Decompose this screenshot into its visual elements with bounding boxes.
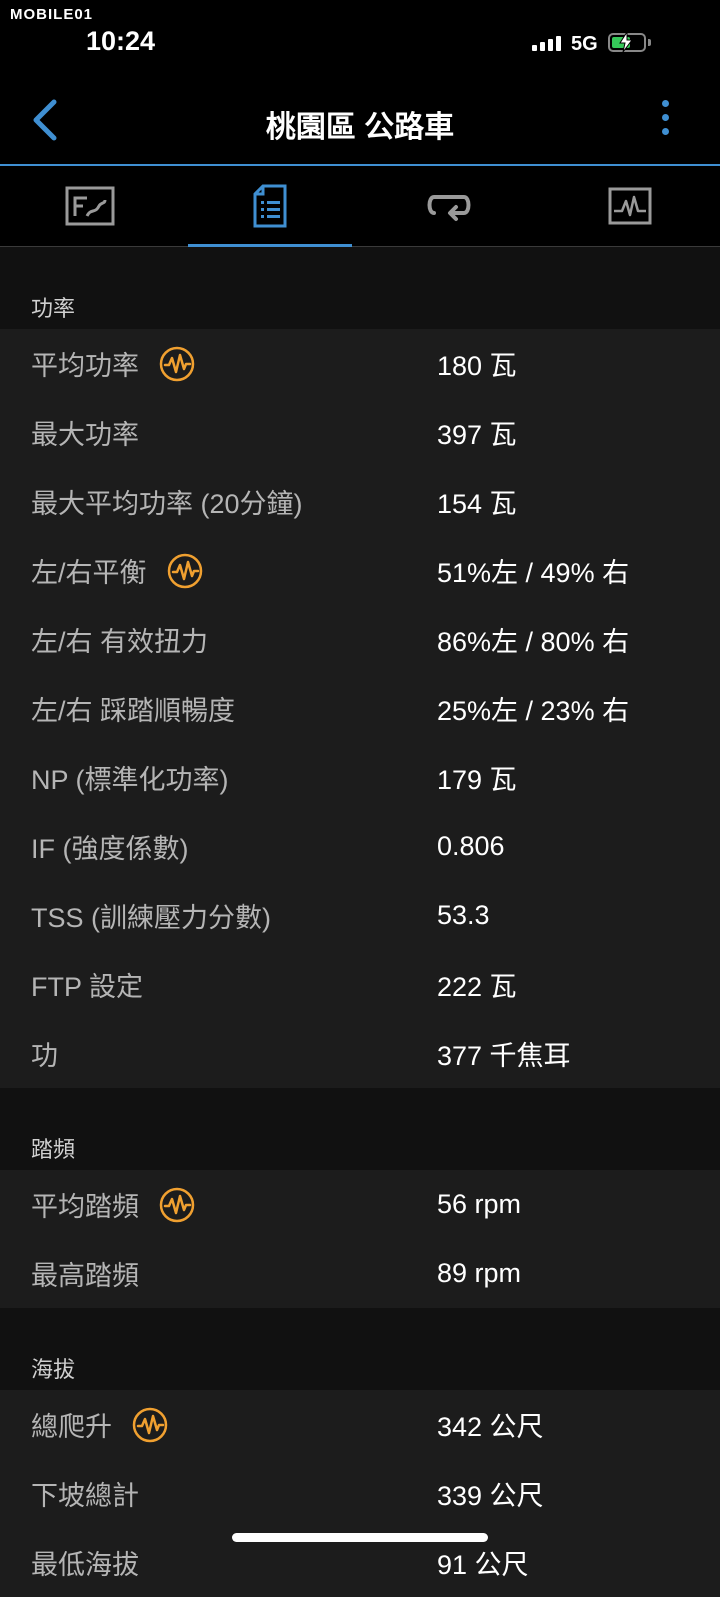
section-title: 功率 [31, 296, 76, 321]
stat-row: 平均踏頻 56 rpm [0, 1170, 720, 1239]
watermark: MOBILE01 [10, 6, 94, 23]
stat-value: 179 瓦 [437, 765, 517, 795]
stat-label: NP (標準化功率) [31, 743, 229, 812]
stat-label: 最低海拔 [31, 1528, 139, 1597]
stat-row: TSS (訓練壓力分數) 53.3 [0, 881, 720, 950]
status-time: 10:24 [86, 26, 156, 56]
signal-icon [532, 36, 561, 51]
stat-label-text: 功 [31, 1041, 58, 1071]
more-options-button[interactable] [652, 100, 678, 144]
stat-row: 最高踏頻 89 rpm [0, 1239, 720, 1308]
section-header: 踏頻 [0, 1088, 720, 1170]
stats-section: 平均踏頻 56 rpm 最高踏頻 89 rpm [0, 1170, 720, 1308]
stat-value: 154 瓦 [437, 489, 517, 519]
tab-map-stats[interactable] [0, 166, 180, 246]
stat-row: NP (標準化功率) 179 瓦 [0, 743, 720, 812]
stat-label-text: FTP 設定 [31, 972, 144, 1002]
stat-label: 最高踏頻 [31, 1239, 139, 1308]
stat-value: 397 瓦 [437, 420, 517, 450]
stat-label: 總爬升 [31, 1390, 168, 1459]
stat-label-text: 總爬升 [31, 1412, 112, 1442]
stat-value: 377 千焦耳 [437, 1041, 571, 1071]
power-meter-icon[interactable] [167, 553, 203, 589]
stat-label-text: 平均功率 [31, 351, 139, 381]
stat-row: 功 377 千焦耳 [0, 1019, 720, 1088]
tab-laps[interactable] [360, 166, 540, 246]
stat-label: 左/右 有效扭力 [31, 605, 208, 674]
stat-value: 51%左 / 49% 右 [437, 558, 630, 588]
stat-value: 342 公尺 [437, 1412, 544, 1442]
stat-label-text: 最高踏頻 [31, 1261, 139, 1291]
battery-icon [608, 32, 646, 52]
stat-label-text: 最大平均功率 (20分鐘) [31, 489, 303, 519]
stat-value: 222 瓦 [437, 972, 517, 1002]
tab-bar [0, 166, 720, 247]
stat-label-text: TSS (訓練壓力分數) [31, 903, 271, 933]
section-header: 海拔 [0, 1308, 720, 1390]
stat-label-text: 下坡總計 [31, 1481, 139, 1511]
more-vertical-icon [652, 100, 678, 135]
stat-value: 0.806 [437, 831, 505, 861]
app-header: 桃園區 公路車 [0, 62, 720, 166]
page-title: 桃園區 公路車 [265, 111, 455, 144]
stat-label-text: NP (標準化功率) [31, 765, 229, 795]
section-title: 踏頻 [31, 1137, 76, 1162]
power-meter-icon[interactable] [159, 346, 195, 382]
stats-section: 平均功率 180 瓦最大功率 397 瓦最大平均功率 (20分鐘) 154 瓦左/右平… [0, 329, 720, 1088]
stat-label: TSS (訓練壓力分數) [31, 881, 271, 950]
stat-value: 56 rpm [437, 1189, 522, 1219]
stat-label: 功 [31, 1019, 58, 1088]
stat-row: 左/右 有效扭力 86%左 / 80% 右 [0, 605, 720, 674]
stat-label-text: 左/右 踩踏順暢度 [31, 696, 236, 726]
stat-value: 180 瓦 [437, 351, 517, 381]
stats-list: 功率平均功率 180 瓦最大功率 397 瓦最大平均功率 (20分鐘) 154 瓦左/… [0, 247, 720, 1597]
network-type: 5G [571, 33, 598, 55]
stat-label-text: IF (強度係數) [31, 834, 189, 864]
tab-details[interactable] [180, 166, 360, 247]
stat-label-text: 平均踏頻 [31, 1192, 139, 1222]
stat-row: 左/右 踩踏順暢度 25%左 / 23% 右 [0, 674, 720, 743]
battery-nub [648, 39, 651, 46]
stat-row: IF (強度係數) 0.806 [0, 812, 720, 881]
stat-label-text: 左/右平衡 [31, 558, 147, 588]
section-header: 功率 [0, 247, 720, 329]
tab-charts[interactable] [540, 166, 720, 246]
laps-repeat-icon [427, 195, 471, 221]
stat-label: 下坡總計 [31, 1459, 139, 1528]
stat-value: 89 rpm [437, 1258, 522, 1288]
stat-label: 左/右 踩踏順暢度 [31, 674, 235, 743]
power-meter-icon[interactable] [159, 1187, 195, 1223]
stat-row: 最大平均功率 (20分鐘) 154 瓦 [0, 467, 720, 536]
stat-row: 下坡總計 339 公尺 [0, 1459, 720, 1528]
stat-label: 平均踏頻 [31, 1170, 195, 1239]
stat-value: 86%左 / 80% 右 [437, 627, 630, 657]
stat-label: FTP 設定 [31, 950, 143, 1019]
section-title: 海拔 [31, 1357, 76, 1382]
stat-label-text: 左/右 有效扭力 [31, 627, 209, 657]
stat-label: IF (強度係數) [31, 812, 188, 881]
stat-value: 53.3 [437, 900, 490, 930]
stat-label-text: 最低海拔 [31, 1550, 139, 1580]
status-bar: MOBILE01 10:24 5G [0, 0, 720, 62]
stat-row: 左/右平衡 51%左 / 49% 右 [0, 536, 720, 605]
stat-row: FTP 設定 222 瓦 [0, 950, 720, 1019]
stats-section: 總爬升 342 公尺 下坡總計 339 公尺 最低海拔 91 公尺 [0, 1390, 720, 1597]
map-stats-icon [65, 186, 115, 226]
stat-label: 最大平均功率 (20分鐘) [31, 467, 303, 536]
stat-row: 平均功率 180 瓦 [0, 329, 720, 398]
stat-value: 339 公尺 [437, 1481, 544, 1511]
stat-label: 左/右平衡 [31, 536, 203, 605]
stat-label: 最大功率 [31, 398, 139, 467]
document-list-icon [253, 184, 287, 228]
chart-graph-icon [608, 187, 652, 225]
stat-row: 總爬升 342 公尺 [0, 1390, 720, 1459]
stat-label-text: 最大功率 [31, 420, 139, 450]
stat-value: 25%左 / 23% 右 [437, 696, 630, 726]
stat-row: 最大功率 397 瓦 [0, 398, 720, 467]
home-indicator[interactable] [232, 1533, 488, 1542]
stat-label: 平均功率 [31, 329, 195, 398]
power-meter-icon[interactable] [132, 1407, 168, 1443]
